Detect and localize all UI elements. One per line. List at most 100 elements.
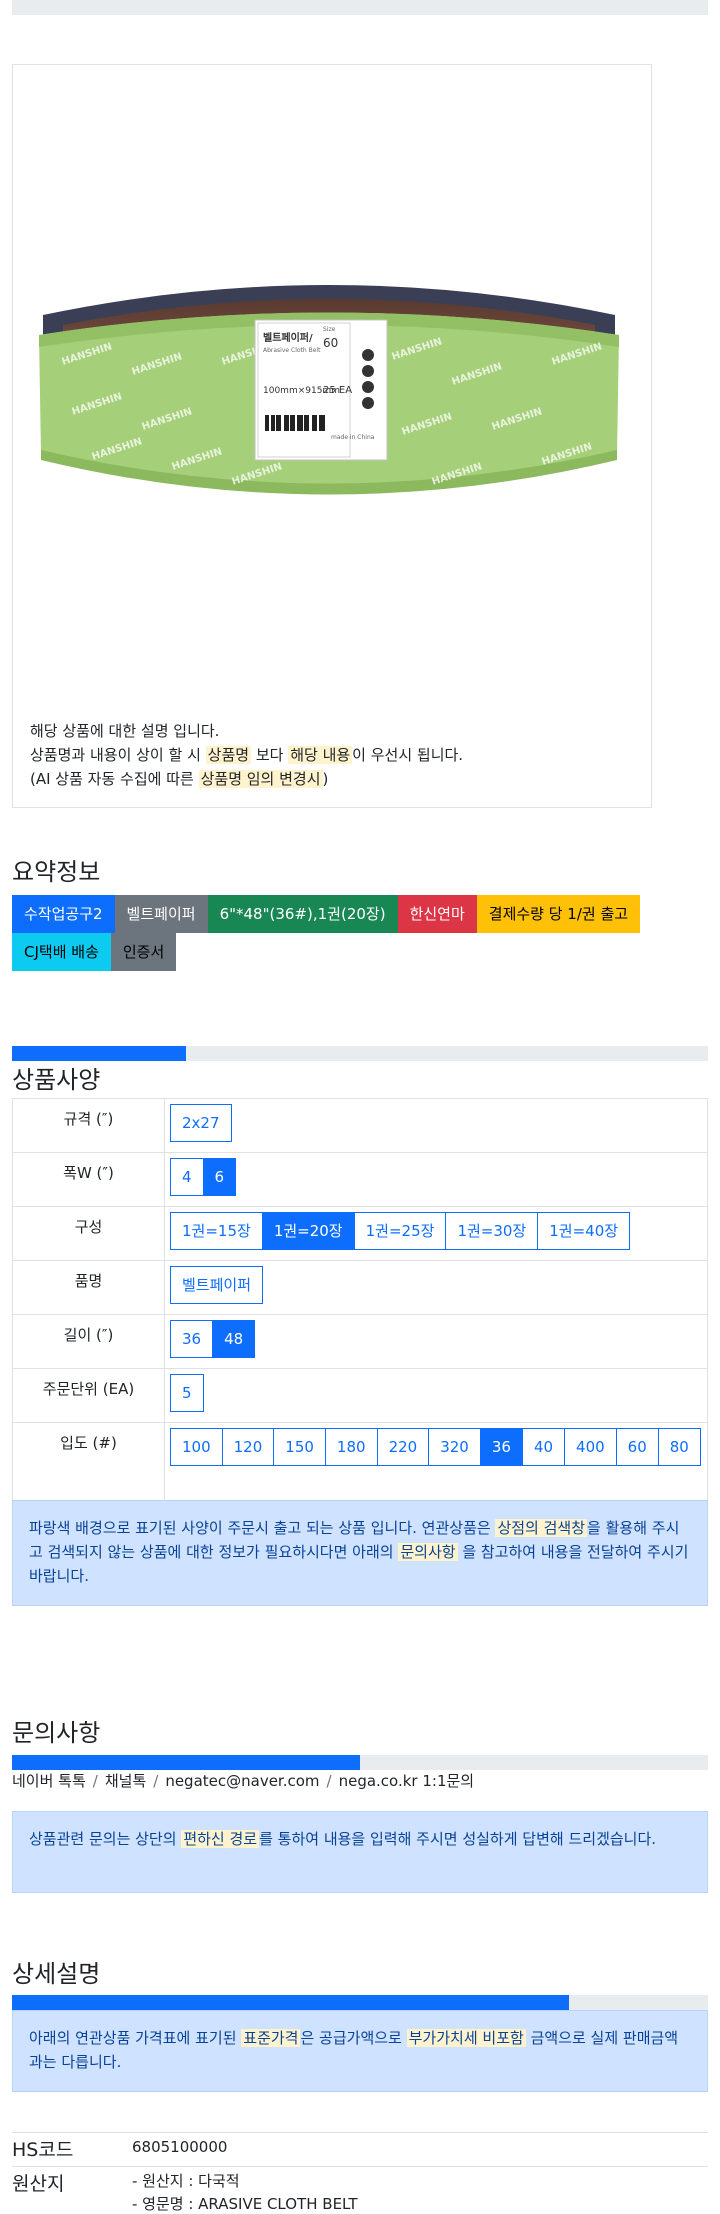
notice-highlight: 표준가격 — [241, 2029, 301, 2047]
notice-highlight: 문의사항 — [398, 1543, 458, 1561]
spec-options: 5 — [170, 1374, 702, 1417]
detail-progress — [12, 1995, 708, 2010]
contact-link[interactable]: negatec@naver.com — [165, 1772, 319, 1790]
spec-title: 상품사양 — [12, 1066, 101, 1094]
contact-separator: / — [326, 1772, 332, 1790]
top-bar — [12, 0, 708, 15]
detail-title: 상세설명 — [12, 1960, 101, 1988]
spec-options: 1권=15장 1권=20장 1권=25장 1권=30장 1권=40장 — [170, 1212, 702, 1255]
origin-row: 원산지 - 원산지 : 다국적 - 영문명 : ARASIVE CLOTH BE… — [12, 2166, 708, 2214]
spec-options: 벨트페이퍼 — [170, 1266, 702, 1309]
summary-badge: 벨트페이퍼 — [114, 895, 208, 933]
spec-option[interactable]: 벨트페이퍼 — [170, 1266, 264, 1304]
label-origin: made in China — [331, 434, 375, 441]
spec-option[interactable]: 1권=40장 — [537, 1212, 631, 1250]
spec-option[interactable]: 320 — [428, 1428, 481, 1466]
spec-values: 46 — [164, 1152, 708, 1207]
spec-option[interactable]: 4 — [170, 1158, 204, 1196]
spec-option[interactable]: 60 — [615, 1428, 659, 1466]
spec-option[interactable]: 180 — [324, 1428, 378, 1466]
notice-text: 아래의 연관상품 가격표에 표기된 — [29, 2029, 242, 2047]
spec-label: 폭W (″) — [12, 1152, 165, 1207]
caption-highlight: 해당 내용 — [288, 746, 353, 764]
inquiry-title: 문의사항 — [12, 1719, 101, 1747]
caption-text: (AI 상품 자동 수집에 따른 — [30, 770, 199, 788]
origin-line: - 영문명 : ARASIVE CLOTH BELT — [132, 2195, 358, 2213]
contact-links: 네이버 톡톡 / 채널톡 / negatec@naver.com / nega.co.kr … — [12, 1770, 474, 1791]
notice-text: 를 통하여 내용을 입력해 주시면 성실하게 답변해 드리겠습니다. — [259, 1830, 657, 1848]
contact-link[interactable]: 채널톡 — [105, 1772, 146, 1790]
spec-label: 품명 — [12, 1260, 165, 1315]
caption-text: 보다 — [251, 746, 289, 764]
spec-option-selected[interactable]: 6 — [202, 1158, 237, 1196]
spec-option[interactable]: 1권=15장 — [170, 1212, 263, 1250]
caption-line-3: (AI 상품 자동 수집에 따른 상품명 임의 변경시) — [30, 767, 463, 791]
spec-option[interactable]: 1권=25장 — [353, 1212, 447, 1250]
inquiry-progress-fill — [12, 1755, 360, 1770]
origin-value: - 원산지 : 다국적 - 영문명 : ARASIVE CLOTH BELT — [132, 2170, 358, 2214]
spec-values: 5 — [164, 1368, 708, 1423]
spec-notice: 파랑색 배경으로 표기된 사양이 주문시 출고 되는 상품 입니다. 연관상품은… — [12, 1500, 708, 1606]
product-image-card: HANSHIN HANSHIN HANSHIN HANSHIN HANSHIN … — [12, 64, 652, 808]
spec-option[interactable]: 400 — [564, 1428, 617, 1466]
spec-option[interactable]: 2x27 — [170, 1104, 232, 1142]
caption-text: ) — [322, 770, 329, 788]
label-grit: 60 — [323, 336, 338, 350]
caption-text: 상품명과 내용이 상이 할 시 — [30, 746, 206, 764]
spec-options: 2x27 — [170, 1104, 702, 1147]
spec-option[interactable]: 120 — [221, 1428, 275, 1466]
label-subtitle: Abrasive Cloth Belt — [263, 347, 321, 354]
spec-option[interactable]: 5 — [170, 1374, 204, 1412]
spec-option[interactable]: 1권=30장 — [445, 1212, 539, 1250]
spec-values: 벨트페이퍼 — [164, 1260, 708, 1315]
product-label: 벨트페이퍼/ Abrasive Cloth Belt Size 60 100mm… — [254, 319, 388, 461]
spec-label: 구성 — [12, 1206, 165, 1261]
spec-option-selected[interactable]: 1권=20장 — [261, 1212, 355, 1250]
spec-label: 주문단위 (EA) — [12, 1368, 165, 1423]
origin-line: - 원산지 : 다국적 — [132, 2172, 240, 2190]
spec-values: 2x27 — [164, 1098, 708, 1153]
spec-options: 36 48 — [170, 1320, 702, 1363]
hs-code-label: HS코드 — [12, 2139, 74, 2161]
spec-row: 규격 (″) 2x27 — [12, 1098, 708, 1153]
badge-row: CJ택배 배송 인증서 — [12, 933, 708, 971]
spec-option[interactable]: 36 — [170, 1320, 214, 1358]
spec-option[interactable]: 80 — [657, 1428, 701, 1466]
spec-table: 규격 (″) 2x27 폭W (″) 4 6 구성 1권=15장 1권=20장 1권=25장 1권… — [12, 1098, 708, 1517]
spec-option[interactable]: 220 — [376, 1428, 430, 1466]
notice-highlight: 편하신 경로 — [181, 1830, 260, 1848]
spec-option-selected[interactable]: 48 — [212, 1320, 256, 1358]
spec-options: 100 120 150 180 220 320 36 40 400 60 80 — [170, 1428, 702, 1471]
spec-option-selected[interactable]: 36 — [479, 1428, 523, 1466]
notice-highlight: 상점의 검색창 — [495, 1519, 588, 1537]
summary-badge: 한신연마 — [397, 895, 477, 933]
notice-highlight: 부가가치세 비포함 — [406, 2029, 526, 2047]
image-caption: 해당 상품에 대한 설명 입니다. 상품명과 내용이 상이 할 시 상품명 보다… — [30, 719, 463, 791]
notice-text: 파랑색 배경으로 표기된 사양이 주문시 출고 되는 상품 입니다. 연관상품은 — [29, 1519, 496, 1537]
summary-badge: CJ택배 배송 — [12, 933, 111, 971]
summary-badge: 6"*48"(36#),1권(20장) — [207, 895, 398, 933]
detail-notice: 아래의 연관상품 가격표에 표기된 표준가격 은 공급가액으로 부가가치세 비포함… — [12, 2010, 708, 2092]
spec-option[interactable]: 100 — [170, 1428, 223, 1466]
inquiry-progress — [12, 1755, 708, 1770]
contact-link[interactable]: nega.co.kr 1:1문의 — [339, 1772, 475, 1790]
spec-option[interactable]: 40 — [521, 1428, 566, 1466]
contact-link[interactable]: 네이버 톡톡 — [12, 1772, 86, 1790]
summary-badge: 결제수량 당 1/권 출고 — [476, 895, 641, 933]
contact-separator: / — [153, 1772, 159, 1790]
notice-text: 은 공급가액으로 — [300, 2029, 407, 2047]
spec-progress — [12, 1046, 708, 1061]
spec-values: 1권=15장 1권=20장 1권=25장 1권=30장 1권=40장 — [164, 1206, 708, 1261]
origin-label: 원산지 — [12, 2173, 65, 2195]
spec-label: 길이 (″) — [12, 1314, 165, 1369]
summary-badges: 수작업공구2 벨트페이퍼 6"*48"(36#),1권(20장) 한신연마 결제수량 당… — [12, 895, 708, 971]
spec-row: 주문단위 (EA) 5 — [12, 1368, 708, 1423]
notice-text: 상품관련 문의는 상단의 — [29, 1830, 182, 1848]
spec-values: 36 48 — [164, 1314, 708, 1369]
hs-code-row: HS코드 6805100000 — [12, 2132, 708, 2166]
spec-options: 46 — [170, 1158, 702, 1201]
detail-progress-fill — [12, 1995, 569, 2010]
caption-text: 이 우선시 됩니다. — [352, 746, 464, 764]
spec-option[interactable]: 150 — [273, 1428, 326, 1466]
caption-highlight: 상품명 임의 변경시 — [198, 770, 323, 788]
